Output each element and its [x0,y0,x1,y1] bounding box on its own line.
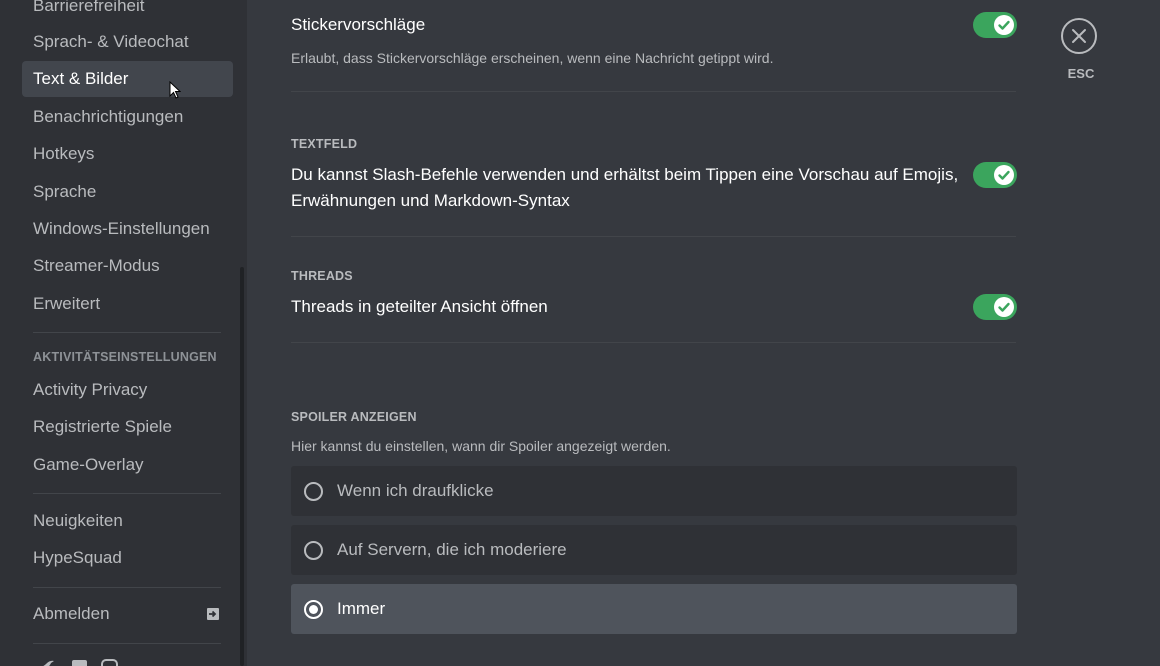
radio-button-icon [304,540,323,560]
sidebar-item-news[interactable]: Neuigkeiten [22,503,233,539]
toggle-knob [994,165,1014,185]
section-divider [291,91,1016,92]
spoiler-header: SPOILER ANZEIGEN [291,410,417,424]
sidebar-item-language[interactable]: Sprache [22,174,233,210]
logout-button[interactable]: Abmelden [22,596,233,632]
sidebar-scrollbar[interactable] [240,267,244,666]
radio-option-label: Immer [337,599,386,618]
check-icon [998,20,1010,30]
sidebar-item-accessibility[interactable]: Barrierefreiheit [22,0,233,24]
settings-sidebar: Barrierefreiheit Sprach- & Videochat Tex… [0,0,247,666]
instagram-icon[interactable] [100,658,120,666]
threads-split-view-title: Threads in geteilter Ansicht öffnen [291,297,548,316]
section-divider [291,236,1016,237]
sidebar-item-hotkeys[interactable]: Hotkeys [22,136,233,172]
sticker-suggestions-toggle[interactable] [973,12,1017,38]
radio-button-selected-icon [304,599,323,619]
sidebar-item-voice-video[interactable]: Sprach- & Videochat [22,24,233,60]
slash-commands-title-line1: Du kannst Slash-Befehle verwenden und er… [291,165,959,184]
sidebar-item-game-overlay[interactable]: Game-Overlay [22,447,233,483]
check-icon [998,302,1010,312]
toggle-knob [994,297,1014,317]
sidebar-item-windows-settings[interactable]: Windows-Einstellungen [22,211,233,247]
sidebar-item-advanced[interactable]: Erweitert [22,286,233,322]
radio-button-icon [304,481,323,501]
toggle-knob [994,15,1014,35]
facebook-icon[interactable] [70,658,90,666]
spoiler-option-always[interactable]: Immer [291,584,1017,634]
logout-icon [207,608,219,620]
sidebar-divider [33,493,221,494]
sidebar-item-streamer-mode[interactable]: Streamer-Modus [22,248,233,284]
sticker-suggestions-title: Stickervorschläge [291,15,426,34]
textfield-header: TEXTFELD [291,137,358,151]
esc-label: ESC [1067,66,1095,81]
spoiler-option-moderated-servers[interactable]: Auf Servern, die ich moderiere [291,525,1017,575]
sidebar-divider [33,643,221,644]
threads-header: THREADS [291,269,353,283]
section-divider [291,342,1016,343]
check-icon [998,170,1010,180]
sidebar-item-registered-games[interactable]: Registrierte Spiele [22,409,233,445]
sidebar-item-text-images[interactable]: Text & Bilder [22,61,233,97]
close-settings-button[interactable] [1061,18,1097,54]
radio-option-label: Wenn ich draufklicke [337,481,494,500]
activity-settings-header: AKTIVITÄTSEINSTELLUNGEN [33,350,217,364]
sidebar-item-notifications[interactable]: Benachrichtigungen [22,99,233,135]
mouse-cursor-icon [169,81,181,99]
threads-split-view-toggle[interactable] [973,294,1017,320]
spoiler-option-on-click[interactable]: Wenn ich draufklicke [291,466,1017,516]
spoiler-description: Hier kannst du einstellen, wann dir Spoi… [291,438,671,454]
sticker-suggestions-description: Erlaubt, dass Stickervorschläge erschein… [291,50,774,66]
sidebar-divider [33,587,221,588]
sidebar-divider [33,332,221,333]
slash-commands-title-line2: Erwähnungen und Markdown-Syntax [291,191,570,210]
close-icon [1072,29,1086,43]
radio-option-label: Auf Servern, die ich moderiere [337,540,567,559]
sidebar-item-activity-privacy[interactable]: Activity Privacy [22,372,233,408]
twitter-icon[interactable] [36,658,56,666]
sidebar-item-hypesquad[interactable]: HypeSquad [22,540,233,576]
slash-commands-toggle[interactable] [973,162,1017,188]
